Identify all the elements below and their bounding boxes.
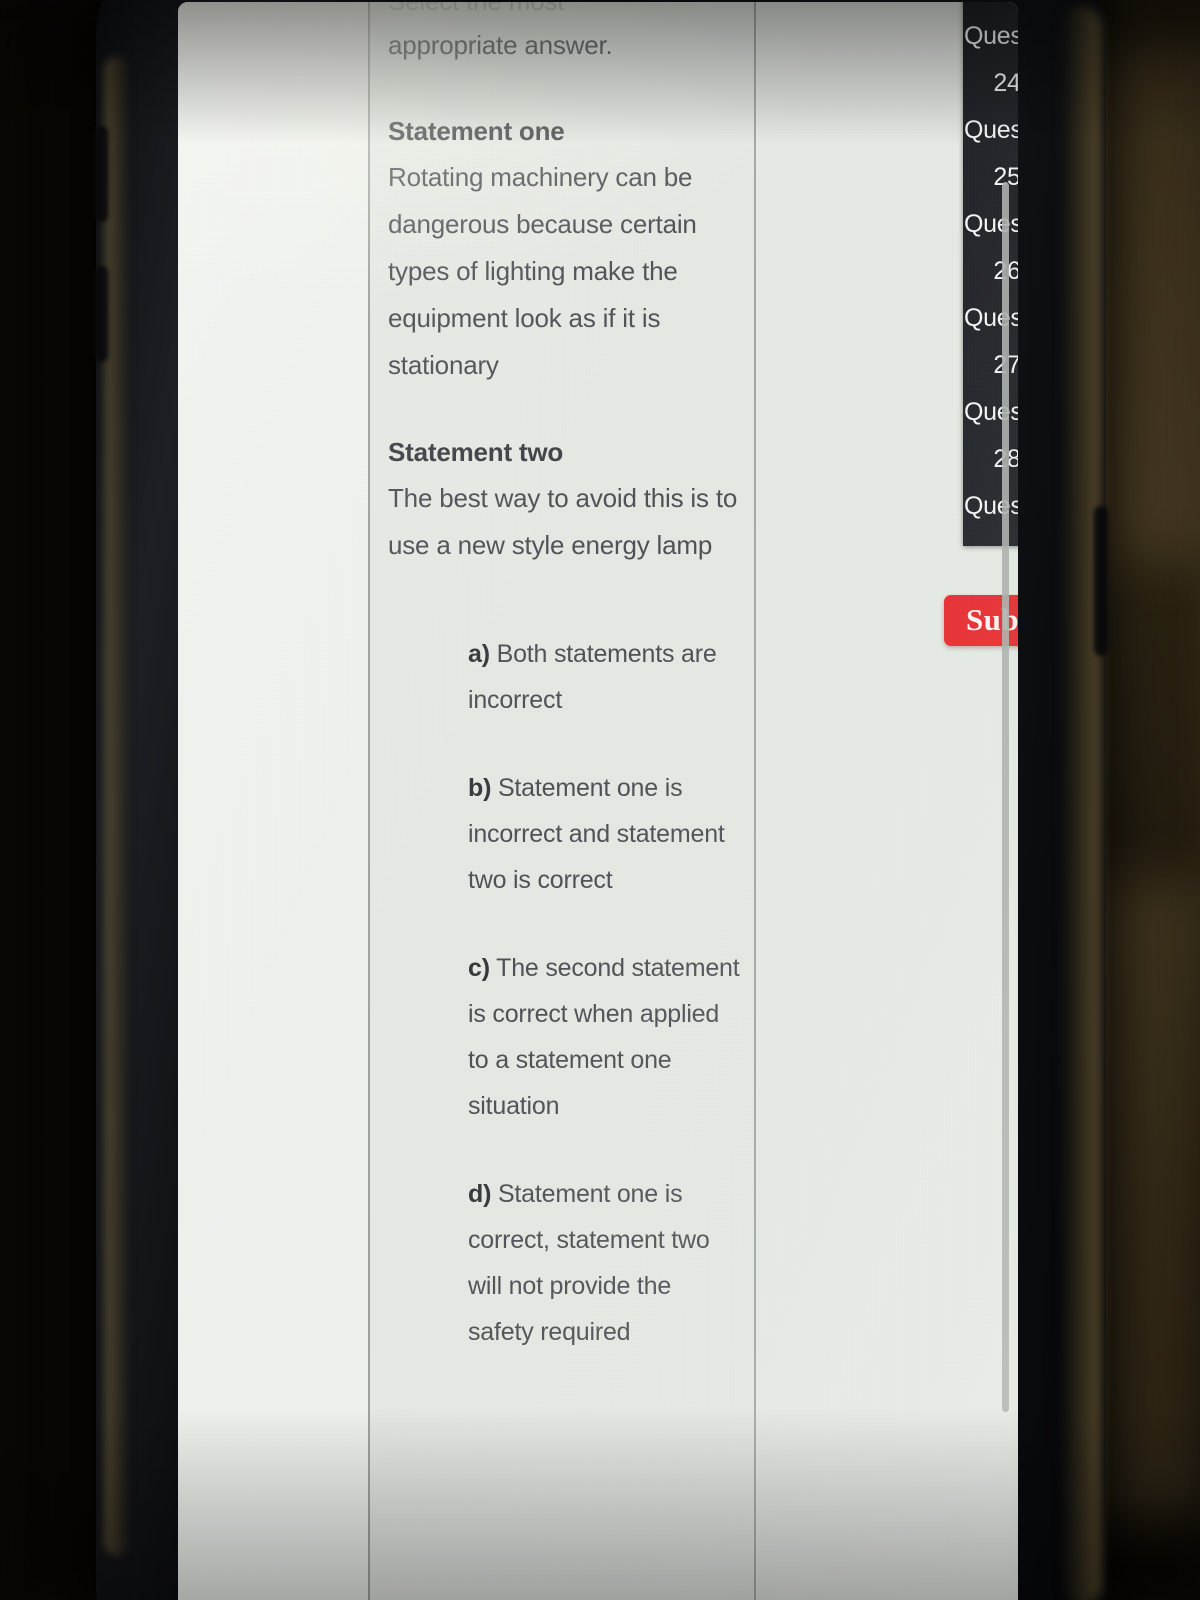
photo-scene: Select the most appropriate answer. Stat… bbox=[0, 0, 1200, 1600]
statement-two-block: Statement two The best way to avoid this… bbox=[388, 429, 740, 569]
answer-option-d-key: d) bbox=[468, 1180, 492, 1208]
statement-one-block: Statement one Rotating machinery can be … bbox=[388, 108, 740, 389]
answer-option-b[interactable]: b) Statement one is incorrect and statem… bbox=[468, 765, 740, 903]
answer-option-c[interactable]: c) The second statement is correct when … bbox=[468, 945, 740, 1129]
answer-option-b-text: Statement one is incorrect and statement… bbox=[468, 774, 725, 894]
phone-frame-right-edge bbox=[1062, 6, 1102, 1600]
phone-device: Select the most appropriate answer. Stat… bbox=[94, 0, 1108, 1600]
statement-one-title: Statement one bbox=[388, 116, 565, 146]
question-column: Select the most appropriate answer. Stat… bbox=[370, 2, 756, 1600]
answer-option-d[interactable]: d) Statement one is correct, statement t… bbox=[468, 1171, 740, 1355]
answer-option-b-key: b) bbox=[468, 774, 492, 802]
answer-option-a-key: a) bbox=[468, 640, 490, 668]
quiz-page: Select the most appropriate answer. Stat… bbox=[178, 2, 1018, 1600]
answer-option-c-key: c) bbox=[468, 954, 490, 982]
statement-two-title: Statement two bbox=[388, 437, 564, 467]
answer-option-c-text: The second statement is correct when app… bbox=[468, 954, 740, 1120]
phone-screen: Select the most appropriate answer. Stat… bbox=[178, 2, 1018, 1600]
left-gutter-column bbox=[178, 2, 370, 1600]
statement-two-text: The best way to avoid this is to use a n… bbox=[388, 483, 738, 560]
side-column: 23 Questi 24 Questi 25 Questi 26 bbox=[758, 2, 1018, 1600]
statement-one-text: Rotating machinery can be dangerous beca… bbox=[388, 162, 697, 380]
answer-option-a[interactable]: a) Both statements are incorrect bbox=[468, 631, 740, 723]
answer-option-a-text: Both statements are incorrect bbox=[468, 640, 717, 714]
answer-options-list: a) Both statements are incorrect b) Stat… bbox=[388, 631, 740, 1355]
power-button[interactable] bbox=[1094, 506, 1108, 656]
page-scrollbar-thumb[interactable] bbox=[1002, 182, 1009, 1412]
page-scrollbar-track[interactable] bbox=[1001, 2, 1010, 1600]
prompt-cutoff-line: Select the most bbox=[388, 2, 564, 17]
volume-down-button[interactable] bbox=[94, 266, 108, 362]
answer-option-d-text: Statement one is correct, statement two … bbox=[468, 1180, 710, 1346]
volume-up-button[interactable] bbox=[94, 126, 108, 222]
